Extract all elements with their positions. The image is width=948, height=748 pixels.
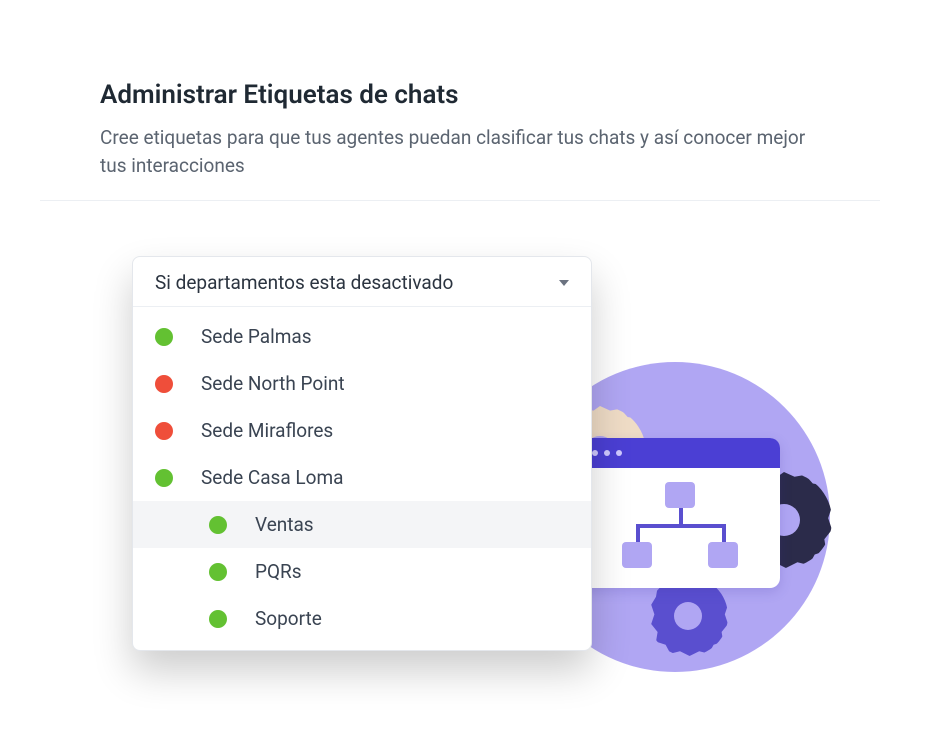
dropdown-item-label: Sede Palmas	[201, 325, 312, 348]
dropdown-item[interactable]: Sede Miraflores	[133, 407, 591, 454]
status-dot-icon	[155, 328, 173, 346]
window-titlebar	[580, 438, 780, 468]
dropdown-item-label: Ventas	[255, 513, 314, 536]
dropdown-item-label: Sede Casa Loma	[201, 466, 343, 489]
dropdown-list: Sede Palmas Sede North Point Sede Miraflor…	[133, 307, 591, 650]
dropdown-item-label: Sede North Point	[201, 372, 345, 395]
dropdown-item[interactable]: PQRs	[133, 548, 591, 595]
org-chart-icon	[580, 468, 780, 588]
dropdown-item-label: PQRs	[255, 560, 302, 583]
dropdown-item[interactable]: Sede North Point	[133, 360, 591, 407]
dropdown-header[interactable]: Si departamentos esta desactivado	[133, 257, 591, 307]
status-dot-icon	[155, 469, 173, 487]
page-description: Cree etiquetas para que tus agentes pued…	[100, 124, 820, 179]
divider	[40, 200, 880, 201]
dropdown-item[interactable]: Soporte	[133, 595, 591, 642]
page-title: Administrar Etiquetas de chats	[100, 80, 820, 110]
status-dot-icon	[209, 563, 227, 581]
status-dot-icon	[155, 375, 173, 393]
chevron-down-icon	[559, 280, 569, 286]
dropdown-item[interactable]: Ventas	[133, 501, 591, 548]
departments-dropdown[interactable]: Si departamentos esta desactivado Sede P…	[132, 256, 592, 651]
status-dot-icon	[209, 610, 227, 628]
org-chart-window-icon	[580, 438, 780, 588]
status-dot-icon	[155, 422, 173, 440]
dropdown-item-label: Soporte	[255, 607, 322, 630]
dropdown-item[interactable]: Sede Casa Loma	[133, 454, 591, 501]
dropdown-item[interactable]: Sede Palmas	[133, 313, 591, 360]
status-dot-icon	[209, 516, 227, 534]
dropdown-label: Si departamentos esta desactivado	[155, 271, 453, 294]
dropdown-item-label: Sede Miraflores	[201, 419, 333, 442]
